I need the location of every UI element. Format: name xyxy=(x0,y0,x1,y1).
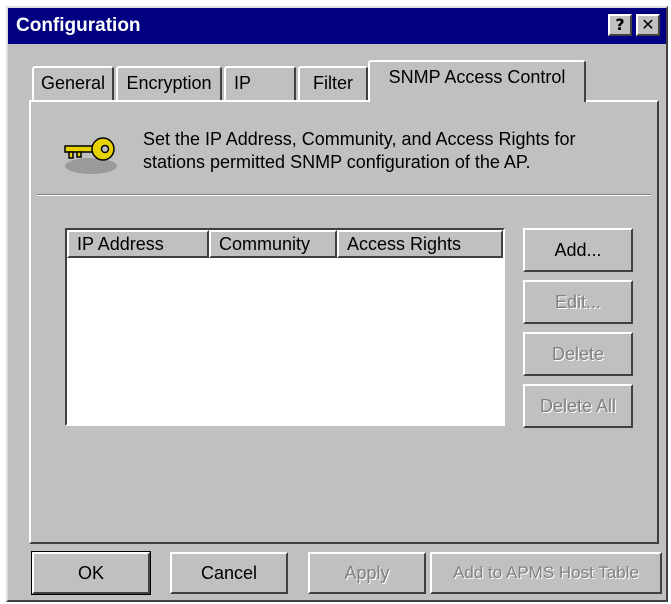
title-bar[interactable]: Configuration ? ✕ xyxy=(8,8,666,44)
tab-panel: Set the IP Address, Community, and Acces… xyxy=(29,100,659,544)
tab-encryption[interactable]: Encryption xyxy=(116,66,222,100)
delete-all-button[interactable]: Delete All xyxy=(523,384,633,428)
window-title: Configuration xyxy=(16,15,141,36)
configuration-dialog: Configuration ? ✕ General Encryption IP … xyxy=(6,6,668,602)
cancel-button[interactable]: Cancel xyxy=(170,552,288,594)
delete-button[interactable]: Delete xyxy=(523,332,633,376)
add-button[interactable]: Add... xyxy=(523,228,633,272)
close-button[interactable]: ✕ xyxy=(636,14,660,36)
add-to-apms-host-table-button[interactable]: Add to APMS Host Table xyxy=(430,552,662,594)
column-ip-address[interactable]: IP Address xyxy=(67,230,209,258)
tab-snmp-access-control[interactable]: SNMP Access Control xyxy=(368,60,586,102)
edit-button[interactable]: Edit... xyxy=(523,280,633,324)
key-icon xyxy=(61,132,121,183)
column-access-rights[interactable]: Access Rights xyxy=(337,230,503,258)
tab-filter[interactable]: Filter xyxy=(298,66,368,100)
ok-button[interactable]: OK xyxy=(31,551,151,595)
apply-button[interactable]: Apply xyxy=(308,552,426,594)
column-community[interactable]: Community xyxy=(209,230,337,258)
snmp-access-list[interactable]: IP Address Community Access Rights xyxy=(65,228,505,426)
tab-general[interactable]: General xyxy=(32,66,114,100)
separator xyxy=(37,194,651,196)
help-button[interactable]: ? xyxy=(608,14,632,36)
tab-ip[interactable]: IP xyxy=(224,66,296,100)
description-text: Set the IP Address, Community, and Acces… xyxy=(143,129,576,172)
list-header: IP Address Community Access Rights xyxy=(67,230,503,258)
